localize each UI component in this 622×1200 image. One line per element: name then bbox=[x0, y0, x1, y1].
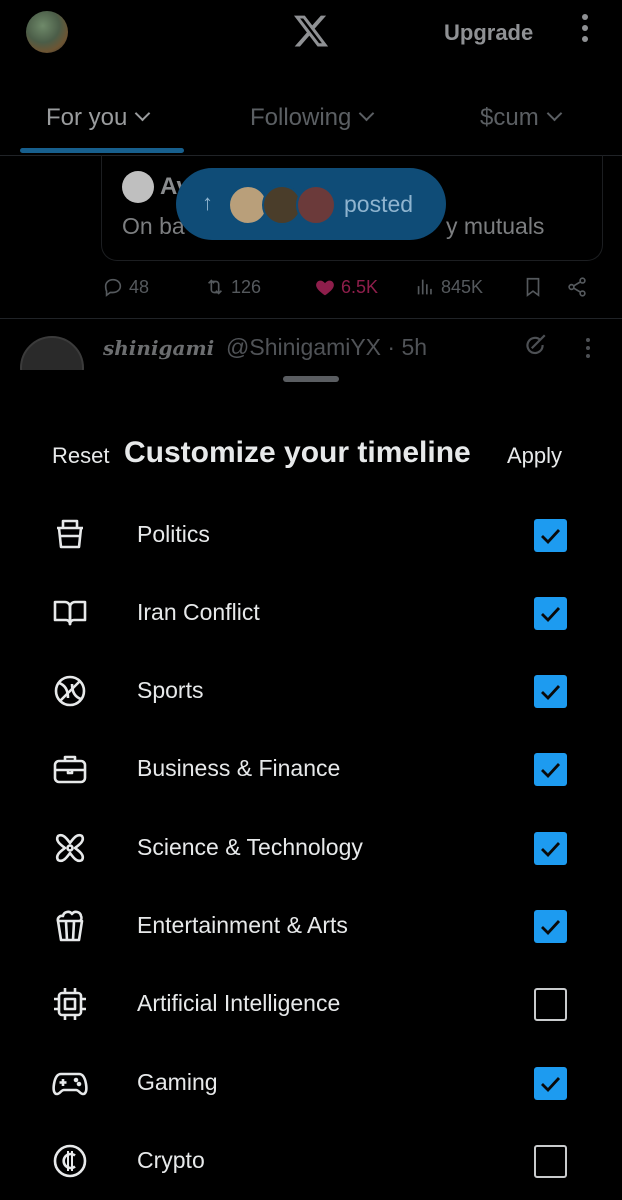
timeline-tabs: For you Following $cum bbox=[0, 96, 622, 156]
briefcase-icon bbox=[50, 749, 90, 789]
ball-icon bbox=[50, 671, 90, 711]
checkmark-icon bbox=[541, 685, 561, 701]
active-tab-indicator bbox=[20, 148, 184, 153]
topic-label: Sports bbox=[137, 677, 204, 703]
chevron-down-icon bbox=[135, 105, 151, 122]
topic-row-gaming[interactable]: Gaming bbox=[0, 1051, 622, 1111]
topic-row-science-technology[interactable]: Science & Technology bbox=[0, 816, 622, 876]
reply-count: 48 bbox=[129, 276, 150, 297]
open-book-icon bbox=[50, 593, 90, 633]
post-divider bbox=[0, 318, 622, 319]
tab-following[interactable]: Following bbox=[250, 104, 375, 132]
post-action-bar: 48 126 6.5K 845K bbox=[0, 276, 622, 306]
sheet-title: Customize your timeline bbox=[124, 436, 471, 469]
topic-label: Politics bbox=[137, 521, 210, 547]
checkmark-icon bbox=[541, 607, 561, 623]
grok-icon[interactable] bbox=[522, 332, 548, 358]
posted-label: posted bbox=[344, 191, 414, 217]
checkmark-icon bbox=[541, 842, 561, 858]
topic-row-iran-conflict[interactable]: Iran Conflict bbox=[0, 581, 622, 641]
checkmark-icon bbox=[541, 529, 561, 545]
gamepad-icon bbox=[50, 1063, 90, 1103]
checkmark-icon bbox=[541, 920, 561, 936]
share-button[interactable] bbox=[566, 276, 588, 298]
new-posts-pill[interactable]: ↑ posted bbox=[176, 168, 446, 240]
topic-label: Science & Technology bbox=[137, 834, 363, 860]
repost-button[interactable]: 126 bbox=[204, 276, 261, 298]
view-count: 845K bbox=[441, 276, 484, 297]
bookmark-icon bbox=[526, 277, 540, 297]
tab-cum[interactable]: $cum bbox=[480, 104, 562, 132]
topic-row-crypto[interactable]: Crypto bbox=[0, 1129, 622, 1189]
checkmark-icon bbox=[541, 763, 561, 779]
tab-for-you[interactable]: For you bbox=[46, 104, 151, 132]
like-count: 6.5K bbox=[341, 276, 379, 297]
x-logo-icon bbox=[292, 12, 330, 50]
author-display-name: shinigami bbox=[103, 336, 215, 360]
post-more-icon[interactable] bbox=[586, 338, 592, 358]
tab-label: Following bbox=[250, 104, 352, 131]
reset-button[interactable]: Reset bbox=[52, 443, 109, 469]
topic-checkbox[interactable] bbox=[534, 988, 567, 1021]
topic-row-artificial-intelligence[interactable]: Artificial Intelligence bbox=[0, 972, 622, 1032]
sheet-header: Reset Customize your timeline Apply bbox=[0, 434, 622, 478]
topic-checkbox[interactable] bbox=[534, 597, 567, 630]
views-button[interactable]: 845K bbox=[414, 276, 483, 298]
topic-checkbox[interactable] bbox=[534, 519, 567, 552]
profile-avatar[interactable] bbox=[26, 11, 68, 53]
views-icon bbox=[417, 279, 432, 295]
topic-checkbox[interactable] bbox=[534, 1145, 567, 1178]
top-bar: Upgrade bbox=[0, 0, 622, 70]
chevron-down-icon bbox=[359, 105, 375, 122]
reply-icon bbox=[104, 278, 122, 297]
background-feed: Upgrade For you Following $cum Av On ba … bbox=[0, 0, 622, 380]
like-button[interactable]: 6.5K bbox=[314, 276, 378, 298]
topic-label: Iran Conflict bbox=[137, 599, 260, 625]
popcorn-icon bbox=[50, 906, 90, 946]
coin-icon bbox=[50, 1141, 90, 1181]
author-handle-time: @ShinigamiYX · 5h bbox=[226, 334, 428, 360]
bookmark-button[interactable] bbox=[522, 276, 544, 298]
sheet-drag-handle[interactable] bbox=[283, 376, 339, 382]
poster-avatar bbox=[296, 185, 336, 225]
upgrade-button[interactable]: Upgrade bbox=[444, 20, 533, 46]
topic-row-sports[interactable]: Sports bbox=[0, 659, 622, 719]
topic-checkbox[interactable] bbox=[534, 753, 567, 786]
share-icon bbox=[568, 277, 586, 297]
quoted-text-start: On ba bbox=[122, 213, 185, 239]
topic-checkbox[interactable] bbox=[534, 832, 567, 865]
customize-timeline-sheet: Reset Customize your timeline Apply Poli… bbox=[0, 370, 622, 1200]
ballot-box-icon bbox=[50, 515, 90, 555]
topic-checkbox[interactable] bbox=[534, 1067, 567, 1100]
quoted-author-avatar bbox=[122, 171, 154, 203]
arrow-up-icon: ↑ bbox=[202, 190, 213, 215]
heart-icon bbox=[316, 280, 334, 296]
repost-icon bbox=[207, 279, 223, 295]
atom-icon bbox=[50, 828, 90, 868]
topic-checkbox[interactable] bbox=[534, 910, 567, 943]
quoted-text-end: y mutuals bbox=[446, 213, 545, 239]
chevron-down-icon bbox=[546, 105, 562, 122]
more-options-icon[interactable] bbox=[578, 14, 592, 50]
topic-label: Business & Finance bbox=[137, 755, 341, 781]
topic-label: Entertainment & Arts bbox=[137, 912, 348, 938]
tab-label: For you bbox=[46, 104, 128, 131]
tab-label: $cum bbox=[480, 104, 539, 131]
repost-count: 126 bbox=[231, 276, 262, 297]
apply-button[interactable]: Apply bbox=[507, 443, 562, 469]
topic-label: Gaming bbox=[137, 1069, 218, 1095]
topic-label: Crypto bbox=[137, 1147, 205, 1173]
chip-icon bbox=[50, 984, 90, 1024]
checkmark-icon bbox=[541, 1077, 561, 1093]
topic-checkbox[interactable] bbox=[534, 675, 567, 708]
topic-row-business-finance[interactable]: Business & Finance bbox=[0, 737, 622, 797]
topic-row-politics[interactable]: Politics bbox=[0, 503, 622, 563]
reply-button[interactable]: 48 bbox=[102, 276, 149, 298]
topic-row-entertainment-arts[interactable]: Entertainment & Arts bbox=[0, 894, 622, 954]
topic-label: Artificial Intelligence bbox=[137, 990, 341, 1016]
